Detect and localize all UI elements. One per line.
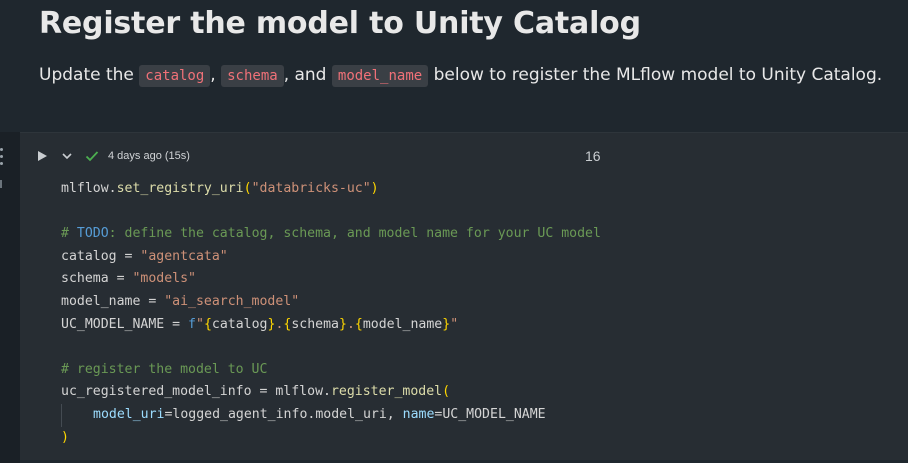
inline-code-schema: schema (221, 65, 284, 87)
code-token: UC_MODEL_NAME = (61, 316, 189, 332)
code-token: # register the model to UC (61, 361, 268, 377)
run-status: 4 days ago (15s) (108, 150, 190, 162)
code-line-4: catalog = "agentcata" (61, 246, 601, 269)
code-token: =logged_agent_info.model_uri, (164, 406, 403, 422)
check-icon (85, 151, 99, 162)
code-token: " (196, 316, 204, 332)
code-token: "ai_search_model" (164, 293, 300, 309)
code-token: "databricks-uc" (251, 181, 371, 196)
inline-code-catalog: catalog (139, 65, 211, 87)
code-line-11: model_uri=logged_agent_info.model_uri, n… (61, 403, 601, 427)
code-token: catalog (211, 316, 268, 332)
code-token: } (442, 316, 451, 332)
code-token: uc_registered_model_info = mlflow. (61, 384, 331, 400)
code-token: " (450, 316, 459, 332)
code-line-5: schema = "models" (61, 268, 601, 291)
code-token: TODO (76, 226, 109, 242)
code-token: model_name = (61, 293, 165, 309)
code-token: "models" (132, 271, 196, 287)
cell-header: 4 days ago (15s) (38, 145, 190, 167)
code-token: "agentcata" (140, 248, 228, 264)
code-token: model_uri (93, 406, 165, 422)
code-line-3: # TODO: define the catalog, schema, and … (61, 223, 601, 246)
code-token: f (188, 316, 196, 332)
code-token: ) (61, 429, 69, 445)
inline-code-model-name: model_name (331, 65, 429, 87)
code-line-7: UC_MODEL_NAME = f"{catalog}.{schema}.{mo… (61, 314, 601, 337)
markdown-paragraph: Update the catalog, schema, and model_na… (39, 62, 882, 89)
kebab-menu-icon[interactable] (0, 148, 4, 168)
code-token: ) (370, 181, 379, 196)
code-line-1: mlflow.set_registry_uri("databricks-uc") (61, 178, 601, 201)
code-token: =UC_MODEL_NAME (434, 406, 546, 422)
code-token: : define the catalog, schema, and model … (108, 226, 601, 242)
code-token: schema (291, 316, 339, 332)
markdown-cell: Register the model to Unity Catalog Upda… (0, 0, 908, 132)
code-line-12: ) (61, 427, 601, 450)
code-line-10: uc_registered_model_info = mlflow.regist… (61, 381, 601, 404)
code-token: ( (243, 181, 252, 196)
cell-number: 16 (585, 148, 601, 164)
code-token: { (354, 316, 363, 332)
code-token: register_model (330, 384, 443, 400)
code-token: } (338, 316, 347, 332)
gutter-marker (0, 180, 2, 188)
code-token: model_name (362, 316, 443, 332)
code-token: mlflow. (61, 181, 117, 196)
code-token: # (61, 226, 77, 242)
play-icon[interactable] (38, 151, 47, 161)
para-text: , and (283, 65, 332, 85)
para-text: below to register the MLflow model to Un… (428, 65, 883, 85)
para-text: , (210, 65, 222, 85)
page-title: Register the model to Unity Catalog (39, 6, 641, 41)
code-line-9: # register the model to UC (61, 359, 601, 382)
code-token: ( (442, 384, 451, 400)
code-cell[interactable]: 4 days ago (15s) 16 mlflow.set_registry_… (20, 132, 908, 460)
code-token: set_registry_uri (116, 181, 244, 196)
code-token: catalog = (61, 248, 141, 264)
code-token: schema = (61, 271, 133, 287)
chevron-down-icon[interactable] (61, 150, 73, 162)
code-token: name (402, 406, 435, 422)
code-token: { (203, 316, 212, 332)
indent-guide (61, 403, 93, 427)
left-gutter (0, 132, 20, 463)
para-text: Update the (39, 65, 140, 85)
code-line-6: model_name = "ai_search_model" (61, 291, 601, 314)
code-token: . (346, 316, 355, 332)
code-editor[interactable]: mlflow.set_registry_uri("databricks-uc")… (61, 178, 601, 449)
